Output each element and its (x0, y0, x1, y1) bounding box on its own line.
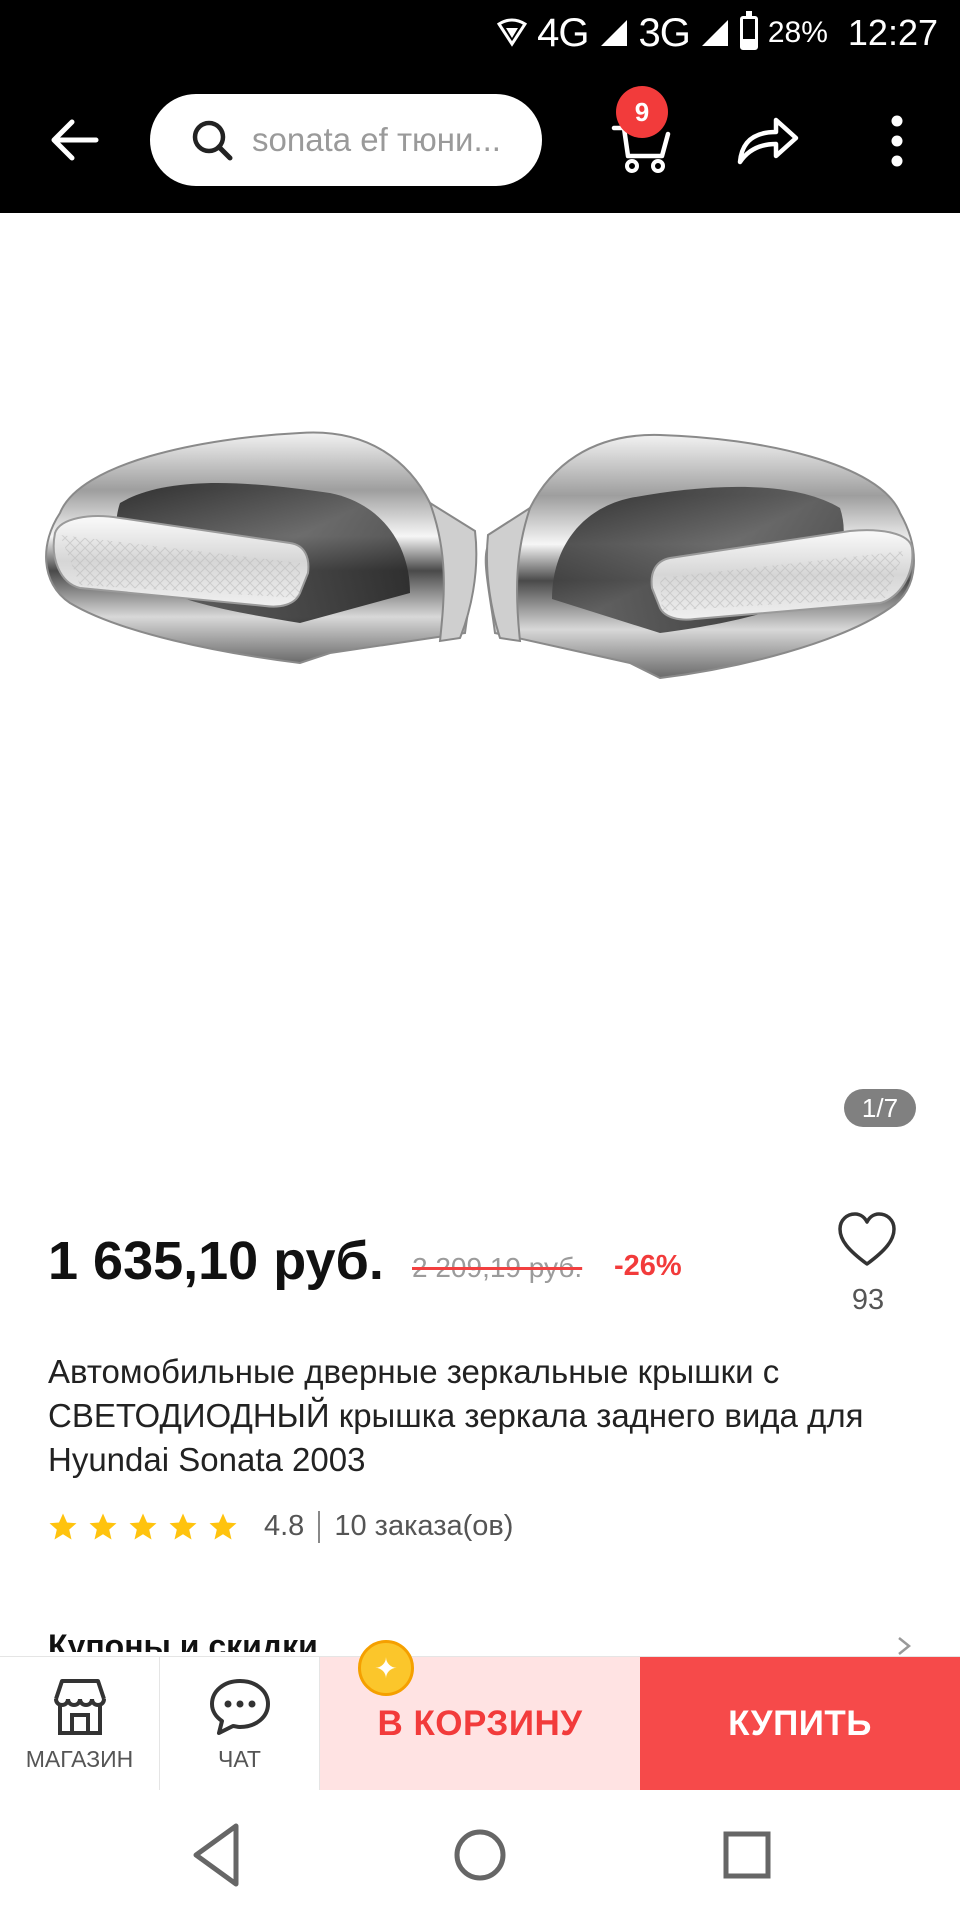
chat-button[interactable]: ЧАТ (160, 1657, 320, 1791)
battery-percent: 28% (767, 16, 828, 49)
chat-label: ЧАТ (218, 1746, 261, 1772)
top-app-bar: 9 (0, 66, 960, 213)
network-4g-label: 4G (537, 10, 589, 55)
cart-count-badge: 9 (616, 86, 668, 138)
star-icon (209, 1513, 237, 1539)
buy-now-button[interactable]: КУПИТЬ (640, 1657, 960, 1791)
store-label: МАГАЗИН (25, 1746, 134, 1772)
rating-row[interactable]: 4.8 10 заказа(ов) (48, 1510, 513, 1543)
product-image-gallery[interactable]: 1/7 (0, 213, 960, 1163)
rating-divider (318, 1510, 321, 1543)
store-icon (53, 1679, 106, 1735)
battery-level (742, 39, 755, 47)
status-indicators: 4G 3G 28% 12:27 (497, 10, 938, 56)
orders-count: 10 заказа(ов) (334, 1510, 514, 1542)
chevron-right-icon[interactable] (894, 1636, 914, 1656)
product-title: Автомобильные дверные зеркальные крышки … (48, 1353, 864, 1478)
current-price: 1 635,10 руб. (48, 1231, 384, 1291)
search-icon (192, 120, 233, 161)
search-bar[interactable] (150, 94, 542, 186)
left-mirror-cover (45, 431, 478, 665)
search-input[interactable] (250, 120, 534, 160)
image-counter: 1/7 (844, 1089, 916, 1127)
star-icon (129, 1513, 157, 1539)
coupons-section-title[interactable]: Купоны и скидки (48, 1628, 318, 1652)
signal-4g-icon (600, 20, 627, 46)
right-mirror-cover (484, 433, 915, 680)
clock: 12:27 (847, 12, 938, 53)
wishlist-count: 93 (851, 1284, 885, 1316)
nav-home-icon[interactable] (454, 1829, 506, 1881)
coin-icon[interactable]: ✦ (358, 1640, 414, 1696)
network-3g-label: 3G (638, 10, 691, 55)
star-icon (89, 1513, 117, 1539)
bottom-action-bar: МАГАЗИН ЧАТ В КОРЗИНУ КУПИТЬ (0, 1656, 960, 1791)
signal-3g-icon (701, 20, 728, 46)
more-options-icon[interactable] (882, 114, 912, 168)
price-row: 1 635,10 руб. 2 209,19 руб. -26% (48, 1230, 928, 1310)
chat-icon (209, 1679, 270, 1735)
product-image-mirror-covers (45, 431, 915, 680)
status-bar: 4G 3G 28% 12:27 (0, 0, 960, 66)
star-rating (48, 1512, 238, 1542)
rating-score: 4.8 (264, 1510, 305, 1542)
nav-back-icon[interactable] (193, 1823, 239, 1887)
battery-icon (739, 11, 758, 50)
wifi-icon (497, 18, 528, 47)
heart-icon[interactable] (836, 1210, 898, 1270)
store-button[interactable]: МАГАЗИН (0, 1657, 160, 1791)
share-icon[interactable] (732, 110, 802, 170)
original-price: 2 209,19 руб. (412, 1252, 583, 1283)
nav-recents-icon[interactable] (723, 1831, 771, 1879)
star-icon (169, 1513, 197, 1539)
system-navigation-bar (0, 1790, 960, 1920)
star-icon (49, 1513, 77, 1539)
discount-badge: -26% (614, 1250, 682, 1282)
back-arrow-icon[interactable] (44, 110, 104, 170)
